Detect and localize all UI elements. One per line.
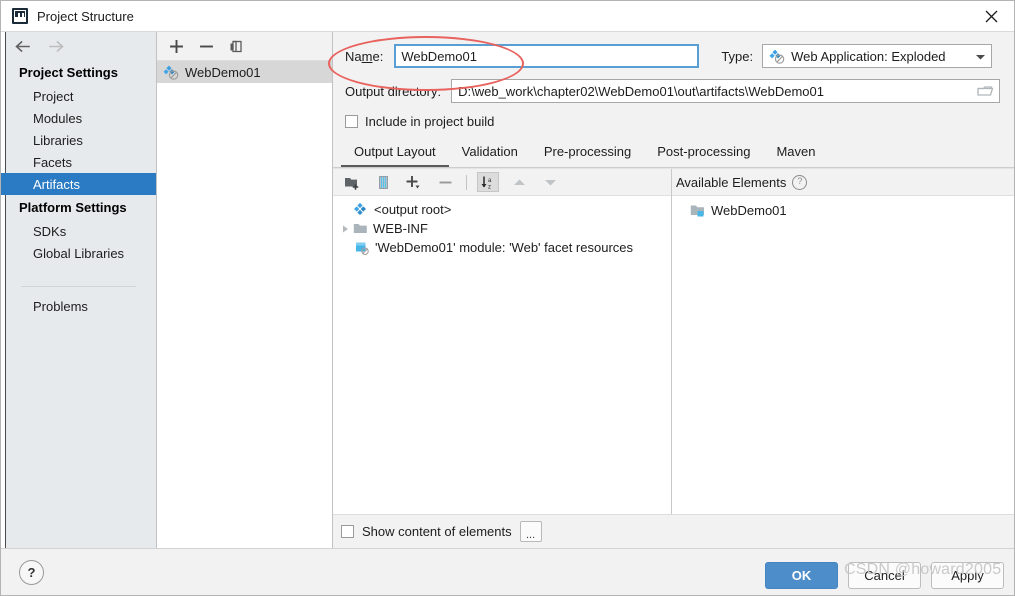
dialog-body: Project Settings Project Modules Librari…: [1, 31, 1014, 548]
list-item-label: WebDemo01: [711, 203, 787, 218]
minus-icon[interactable]: [434, 172, 456, 192]
name-input[interactable]: WebDemo01: [394, 44, 700, 68]
sort-az-icon[interactable]: a z: [477, 172, 499, 192]
output-layout-pane: a z <output root> WEB-INF 'WebDemo01' mo…: [333, 169, 672, 514]
tree-row[interactable]: 'WebDemo01' module: 'Web' facet resource…: [333, 238, 671, 257]
sidebar-group-platform-settings: Platform Settings: [19, 200, 127, 215]
artifact-icon: [353, 202, 369, 218]
artifact-list-toolbar: [157, 32, 332, 61]
artifact-editor-panel: Name: WebDemo01 Type: Web Application: E…: [333, 32, 1014, 548]
ok-button[interactable]: OK: [765, 562, 838, 589]
type-select[interactable]: Web Application: Exploded: [762, 44, 993, 68]
window-titlebar: Project Structure: [1, 1, 1014, 31]
sidebar-item-project[interactable]: Project: [1, 85, 156, 107]
svg-text:z: z: [488, 184, 491, 190]
list-item-label: WebDemo01: [185, 64, 261, 80]
project-structure-dialog: Project Structure Project Settings Proje…: [0, 0, 1015, 596]
sidebar-item-problems[interactable]: Problems: [1, 295, 156, 317]
list-item[interactable]: WebDemo01: [672, 201, 1014, 220]
artifact-tabs: Output Layout Validation Pre-processing …: [333, 138, 1014, 168]
tab-pre-processing[interactable]: Pre-processing: [531, 138, 644, 167]
dialog-footer: ? OK Cancel Apply: [1, 548, 1014, 595]
tree-row[interactable]: WEB-INF: [333, 219, 671, 238]
show-content-bar: Show content of elements ...: [333, 514, 1014, 548]
tree-row[interactable]: <output root>: [333, 200, 671, 219]
archive-icon[interactable]: [372, 172, 394, 192]
sidebar-item-libraries[interactable]: Libraries: [1, 129, 156, 151]
output-layout-split: a z <output root> WEB-INF 'WebDemo01' mo…: [333, 168, 1014, 514]
arrow-right-icon[interactable]: [47, 37, 65, 55]
sidebar-items: Project Settings Project Modules Librari…: [1, 60, 156, 548]
include-in-build-checkbox[interactable]: [345, 115, 358, 128]
minus-icon[interactable]: [198, 38, 215, 55]
close-icon[interactable]: [968, 1, 1014, 31]
footer-button-group: OK Cancel Apply: [765, 562, 1004, 589]
tab-output-layout[interactable]: Output Layout: [341, 138, 449, 167]
show-content-label: Show content of elements: [362, 524, 512, 539]
module-facet-icon: [355, 241, 370, 255]
name-label: Name:: [345, 48, 384, 64]
artifact-form: Name: WebDemo01 Type: Web Application: E…: [333, 32, 1014, 138]
plus-dropdown-icon[interactable]: [403, 172, 425, 192]
tree-row-label: 'WebDemo01' module: 'Web' facet resource…: [375, 240, 634, 255]
svg-text:a: a: [488, 177, 492, 183]
module-icon: [690, 204, 706, 218]
output-directory-label: Output directory:: [345, 83, 442, 99]
tab-maven[interactable]: Maven: [763, 138, 828, 167]
sidebar-item-sdks[interactable]: SDKs: [1, 220, 156, 242]
sidebar-nav-arrows: [1, 32, 156, 60]
output-directory-value: D:\web_work\chapter02\WebDemo01\out\arti…: [458, 83, 824, 99]
artifact-icon: [769, 48, 785, 64]
folder-browse-icon[interactable]: [976, 83, 994, 99]
available-elements-title: Available Elements: [676, 174, 787, 190]
folder-icon: [353, 222, 368, 235]
type-select-value: Web Application: Exploded: [791, 48, 946, 64]
triangle-down-icon[interactable]: [539, 172, 561, 192]
window-title: Project Structure: [37, 8, 134, 24]
help-button[interactable]: ?: [19, 559, 44, 585]
tab-post-processing[interactable]: Post-processing: [644, 138, 763, 167]
question-mark-icon[interactable]: ?: [792, 174, 808, 190]
folder-add-icon[interactable]: [341, 172, 363, 192]
sidebar-group-project-settings: Project Settings: [19, 65, 118, 80]
available-elements-header: Available Elements ?: [672, 169, 1014, 196]
include-in-build-label: Include in project build: [365, 114, 495, 129]
tree-row-label: <output root>: [374, 202, 452, 217]
tree-twisty-collapsed-icon[interactable]: [337, 224, 353, 234]
show-content-checkbox[interactable]: [341, 525, 354, 538]
artifact-list-panel: WebDemo01: [157, 32, 333, 548]
sidebar-item-global-libraries[interactable]: Global Libraries: [1, 242, 156, 264]
artifact-icon: [163, 64, 179, 80]
tree-row-label: WEB-INF: [373, 221, 428, 236]
tab-validation[interactable]: Validation: [449, 138, 531, 167]
name-type-row: Name: WebDemo01 Type: Web Application: E…: [345, 44, 1000, 68]
apply-button[interactable]: Apply: [931, 562, 1004, 589]
cancel-button[interactable]: Cancel: [848, 562, 921, 589]
toolbar-separator: [466, 174, 467, 190]
output-directory-input[interactable]: D:\web_work\chapter02\WebDemo01\out\arti…: [451, 79, 1000, 103]
plus-icon[interactable]: [168, 38, 185, 55]
name-input-value: WebDemo01: [401, 48, 477, 64]
triangle-up-icon[interactable]: [508, 172, 530, 192]
available-elements-list: WebDemo01: [672, 196, 1014, 514]
intellij-idea-icon: [12, 8, 28, 24]
output-layout-tree: <output root> WEB-INF 'WebDemo01' module…: [333, 196, 671, 514]
output-layout-toolbar: a z: [333, 169, 671, 196]
sidebar-item-artifacts[interactable]: Artifacts: [1, 173, 156, 195]
type-label: Type:: [721, 48, 754, 64]
sidebar-item-facets[interactable]: Facets: [1, 151, 156, 173]
copy-icon[interactable]: [228, 38, 245, 55]
settings-sidebar: Project Settings Project Modules Librari…: [1, 32, 157, 548]
sidebar-item-modules[interactable]: Modules: [1, 107, 156, 129]
include-in-build-row[interactable]: Include in project build: [345, 114, 1000, 129]
chevron-down-icon[interactable]: [975, 49, 986, 64]
list-item[interactable]: WebDemo01: [157, 61, 332, 83]
show-content-options-button[interactable]: ...: [519, 521, 542, 542]
available-elements-pane: Available Elements ? WebDemo01: [672, 169, 1014, 514]
output-directory-row: Output directory: D:\web_work\chapter02\…: [345, 79, 1000, 103]
arrow-left-icon[interactable]: [13, 37, 31, 55]
